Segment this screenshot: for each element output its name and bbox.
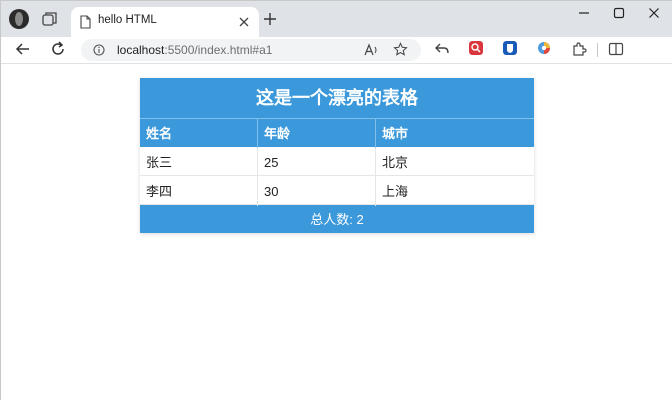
favorite-star-icon[interactable]: [393, 42, 408, 57]
tab-title: hello HTML: [98, 14, 157, 26]
info-icon[interactable]: [93, 44, 105, 56]
header-cell-city: 城市: [382, 126, 409, 141]
table-cell: 上海: [382, 184, 409, 199]
header-cell-age: 年龄: [258, 119, 376, 148]
address-bar[interactable]: localhost:5500/index.html#a1: [81, 39, 421, 61]
navigation-bar: localhost:5500/index.html#a1: [1, 37, 672, 63]
table-cell: 25: [258, 148, 376, 177]
red-extension-icon[interactable]: [469, 41, 483, 55]
tab-hello-html[interactable]: hello HTML: [71, 7, 259, 37]
table-cell: 30: [258, 177, 376, 206]
browser-window: hello HTML localhost:5500/index.html#a1 …: [0, 0, 672, 400]
maximize-button[interactable]: [612, 6, 626, 20]
url-host: localhost: [117, 43, 165, 57]
table-header-row: 姓名 年龄 城市: [140, 118, 534, 148]
profile-avatar-icon[interactable]: [9, 9, 29, 29]
header-cell-name: 姓名: [140, 119, 258, 148]
read-aloud-icon[interactable]: [364, 43, 378, 57]
table-footer: 总人数: 2: [140, 205, 534, 233]
close-icon[interactable]: [237, 15, 251, 29]
refresh-button[interactable]: [50, 41, 66, 57]
table-cell: 张三: [140, 148, 258, 177]
table-row: 李四 30 上海: [140, 176, 534, 206]
table-cell: 李四: [140, 177, 258, 206]
window-close-button[interactable]: [647, 6, 661, 20]
page-icon: [80, 15, 91, 29]
url-text: localhost:5500/index.html#a1: [117, 43, 272, 57]
toolbar-separator: [597, 43, 598, 57]
extensions-puzzle-icon[interactable]: [571, 41, 587, 57]
blue-extension-icon[interactable]: [503, 41, 517, 55]
workspaces-icon[interactable]: [41, 10, 59, 28]
data-table: 这是一个漂亮的表格 姓名 年龄 城市 张三 25 北京 李四 30 上海 总人数…: [140, 78, 534, 233]
minimize-button[interactable]: [577, 6, 591, 20]
table-row: 张三 25 北京: [140, 147, 534, 177]
new-tab-button[interactable]: [263, 12, 277, 26]
page-content: 这是一个漂亮的表格 姓名 年龄 城市 张三 25 北京 李四 30 上海 总人数…: [1, 64, 672, 400]
table-caption: 这是一个漂亮的表格: [140, 78, 534, 118]
tab-strip: hello HTML: [1, 1, 672, 37]
split-screen-icon[interactable]: [608, 41, 624, 57]
reply-icon[interactable]: [434, 41, 450, 57]
back-button[interactable]: [15, 41, 31, 57]
table-cell: 北京: [382, 155, 409, 170]
url-path: :5500/index.html#a1: [164, 43, 273, 57]
color-extension-icon[interactable]: [537, 41, 551, 55]
